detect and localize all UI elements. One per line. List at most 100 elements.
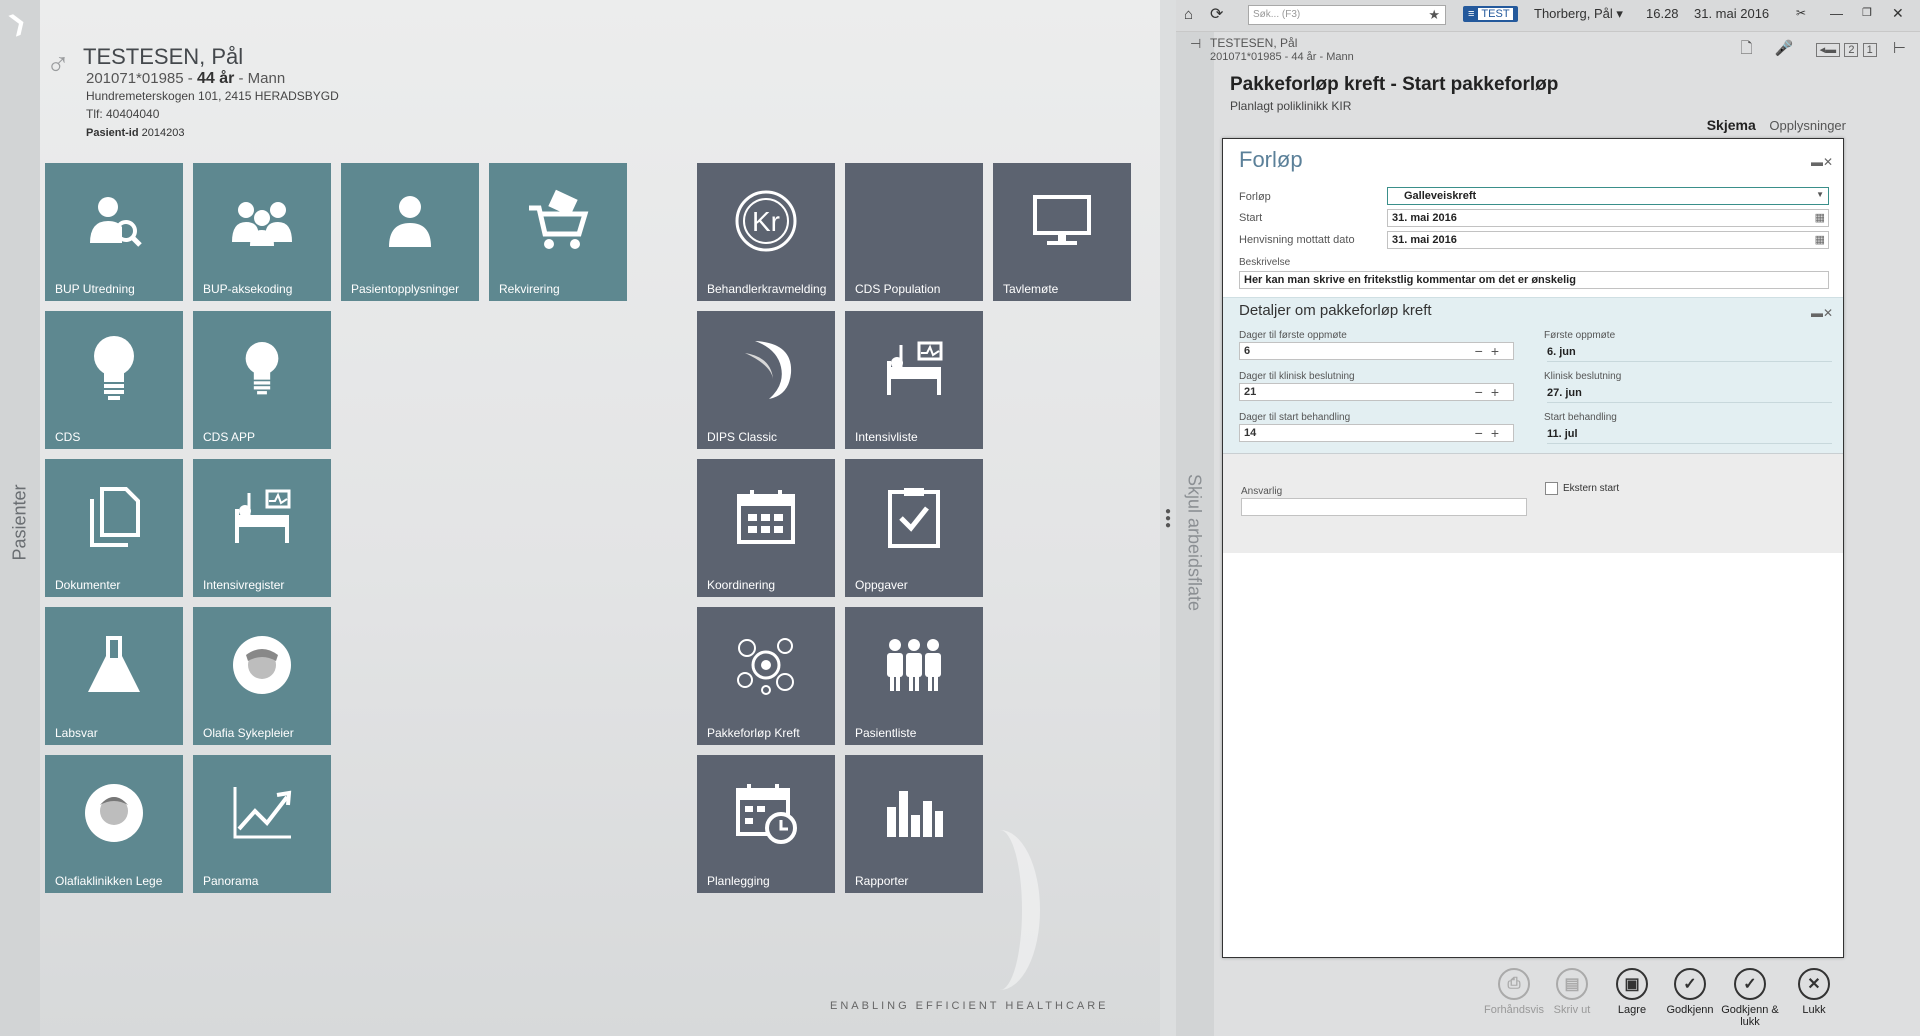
hospital-bed-icon xyxy=(845,329,983,409)
tile-label: Pakkeforløp Kreft xyxy=(707,726,800,740)
tile-label: Koordinering xyxy=(707,578,776,592)
user-menu[interactable]: Thorberg, Pål ▾ xyxy=(1534,6,1623,22)
tile-label: CDS APP xyxy=(203,430,256,444)
ekstern-start-checkbox[interactable] xyxy=(1545,482,1558,495)
start-date-field[interactable]: 31. mai 2016 ▦ xyxy=(1387,209,1829,227)
stepper-minus-plus-icon[interactable]: −+ xyxy=(1475,425,1507,441)
tile-bup-utredning[interactable]: BUP Utredning xyxy=(45,163,183,301)
tile-dokumenter[interactable]: Dokumenter xyxy=(45,459,183,597)
tile-label: Rapporter xyxy=(855,874,909,888)
save-label: Lagre xyxy=(1617,1004,1647,1016)
star-icon[interactable]: ★ xyxy=(1428,7,1440,23)
tile-panorama[interactable]: Panorama xyxy=(193,755,331,893)
section-forlop: Forløp ▬✕ Forløp Galleveiskreft ▼ Start … xyxy=(1223,139,1843,297)
patient-id: Pasient-id 2014203 xyxy=(86,127,184,139)
first-visit-label: Første oppmøte xyxy=(1544,330,1616,341)
tile-olafiaklinikken-lege[interactable]: Olafiaklinikken Lege xyxy=(45,755,183,893)
nav-prev-button[interactable]: ◂▬ xyxy=(1815,43,1841,57)
environment-label: TEST xyxy=(1478,8,1513,20)
ansvarlig-field[interactable] xyxy=(1241,498,1527,516)
calendar-icon[interactable]: ▦ xyxy=(1815,233,1825,246)
hide-worksheet-bar[interactable]: Skjul arbeidsflate xyxy=(1176,32,1214,1036)
new-document-icon[interactable]: 🗋 xyxy=(1741,40,1753,57)
tile-bup-aksekoding[interactable]: BUP-aksekoding xyxy=(193,163,331,301)
save-button[interactable]: ▣ Lagre xyxy=(1602,968,1662,1016)
patients-sidebar[interactable]: ❯ Pasienter xyxy=(0,0,40,1036)
top-toolbar: ⌂ ⟳ Søk... (F3) ★ ≡ TEST Thorberg, Pål ▾ … xyxy=(1176,0,1920,32)
nav-counter-2[interactable]: 1 xyxy=(1862,43,1877,57)
tile-rekvirering[interactable]: Rekvirering xyxy=(489,163,627,301)
tile-pasientopplysninger[interactable]: Pasientopplysninger xyxy=(341,163,479,301)
tile-intensivregister[interactable]: Intensivregister xyxy=(193,459,331,597)
approve-close-button[interactable]: ✓ Godkjenn & lukk xyxy=(1720,968,1780,1028)
tile-label: BUP Utredning xyxy=(55,282,135,296)
calendar-icon[interactable]: ▦ xyxy=(1815,211,1825,224)
printer-icon: ▤ xyxy=(1556,968,1588,1000)
tile-pasientliste[interactable]: Pasientliste xyxy=(845,607,983,745)
days-first-visit-stepper[interactable]: 6 −+ xyxy=(1239,342,1514,360)
refresh-icon[interactable]: ⟳ xyxy=(1210,4,1223,24)
panel-splitter[interactable]: ● ● ● xyxy=(1160,0,1176,1036)
tile-pakkeforlop-kreft[interactable]: Pakkeforløp Kreft xyxy=(697,607,835,745)
tile-labsvar[interactable]: Labsvar xyxy=(45,607,183,745)
tile-label: Rekvirering xyxy=(499,282,560,296)
stepper-minus-plus-icon[interactable]: −+ xyxy=(1475,343,1507,359)
tile-intensivliste[interactable]: Intensivliste xyxy=(845,311,983,449)
tools-icon[interactable]: ✂ xyxy=(1796,6,1806,20)
collapse-close-icon[interactable]: ▬✕ xyxy=(1811,306,1833,320)
print-button[interactable]: ▤ Skriv ut xyxy=(1542,968,1602,1016)
stepper-minus-plus-icon[interactable]: −+ xyxy=(1475,384,1507,400)
preview-icon: ⎙ xyxy=(1498,968,1530,1000)
worksheet-patient-name: TESTESEN, Pål xyxy=(1210,36,1298,50)
search-input[interactable]: Søk... (F3) ★ xyxy=(1248,5,1446,25)
henvisning-label: Henvisning mottatt dato xyxy=(1239,234,1355,246)
tab-opplysninger[interactable]: Opplysninger xyxy=(1769,118,1846,133)
tile-label: Pasientopplysninger xyxy=(351,282,460,296)
print-label: Skriv ut xyxy=(1553,1004,1591,1016)
launchpad-area: ❯ Pasienter ♂ TESTESEN, Pål 201071*01985… xyxy=(0,0,1160,1036)
nav-counter-1[interactable]: 2 xyxy=(1844,43,1859,57)
close-icon[interactable]: ✕ xyxy=(1892,5,1904,22)
tile-label: DIPS Classic xyxy=(707,430,778,444)
tile-tavlemote[interactable]: Tavlemøte xyxy=(993,163,1131,301)
tile-rapporter[interactable]: Rapporter xyxy=(845,755,983,893)
patient-address: Hundremeterskogen 101, 2415 HERADSBYGD xyxy=(86,89,339,103)
tile-koordinering[interactable]: Koordinering xyxy=(697,459,835,597)
restore-icon[interactable]: ❐ xyxy=(1862,6,1872,19)
preview-button[interactable]: ⎙ Forhåndsvis xyxy=(1484,968,1544,1016)
minimize-icon[interactable]: — xyxy=(1830,6,1843,21)
splitter-grip-icon[interactable]: ● ● ● xyxy=(1165,507,1171,531)
worksheet-panel: ⌂ ⟳ Søk... (F3) ★ ≡ TEST Thorberg, Pål ▾ … xyxy=(1176,0,1920,1036)
pin-icon[interactable]: ⊣ xyxy=(1190,36,1201,52)
tile-cds-app[interactable]: CDS APP xyxy=(193,311,331,449)
patients-sidebar-label[interactable]: Pasienter xyxy=(10,484,31,560)
approve-button[interactable]: ✓ Godkjenn xyxy=(1660,968,1720,1016)
days-start-treatment-stepper[interactable]: 14 −+ xyxy=(1239,424,1514,442)
worksheet-patient-line: 201071*01985 - 44 år - Mann xyxy=(1210,51,1354,63)
start-date-value: 31. mai 2016 xyxy=(1392,212,1457,224)
tab-skjema[interactable]: Skjema xyxy=(1707,117,1756,133)
bar-chart-icon xyxy=(845,773,983,853)
form-subtitle: Planlagt poliklinikk KIR xyxy=(1230,99,1352,113)
tile-olafia-sykepleier[interactable]: Olafia Sykepleier xyxy=(193,607,331,745)
unpin-icon[interactable]: ⊢ xyxy=(1893,40,1906,57)
start-label: Start xyxy=(1239,212,1263,224)
forlop-select[interactable]: Galleveiskreft ▼ xyxy=(1387,187,1829,205)
beskrivelse-textarea[interactable]: Her kan man skrive en fritekstlig kommen… xyxy=(1239,271,1829,289)
tile-dips-classic[interactable]: DIPS Classic xyxy=(697,311,835,449)
tile-behandlerkravmelding[interactable]: Kr Behandlerkravmelding xyxy=(697,163,835,301)
henvisning-date-field[interactable]: 31. mai 2016 ▦ xyxy=(1387,231,1829,249)
close-button[interactable]: ✕ Lukk xyxy=(1784,968,1844,1016)
tile-oppgaver[interactable]: Oppgaver xyxy=(845,459,983,597)
preview-label: Forhåndsvis xyxy=(1484,1004,1544,1016)
microphone-icon[interactable]: 🎤 xyxy=(1775,40,1794,57)
hide-worksheet-label[interactable]: Skjul arbeidsflate xyxy=(1184,463,1205,623)
tile-planlegging[interactable]: Planlegging xyxy=(697,755,835,893)
days-clinical-decision-stepper[interactable]: 21 −+ xyxy=(1239,383,1514,401)
home-icon[interactable]: ⌂ xyxy=(1184,6,1193,23)
tile-cds-population[interactable]: CDS Population xyxy=(845,163,983,301)
ansvarlig-label: Ansvarlig xyxy=(1241,486,1283,497)
shopping-cart-icon xyxy=(489,181,627,261)
tile-cds[interactable]: CDS xyxy=(45,311,183,449)
collapse-close-icon[interactable]: ▬✕ xyxy=(1811,155,1833,169)
